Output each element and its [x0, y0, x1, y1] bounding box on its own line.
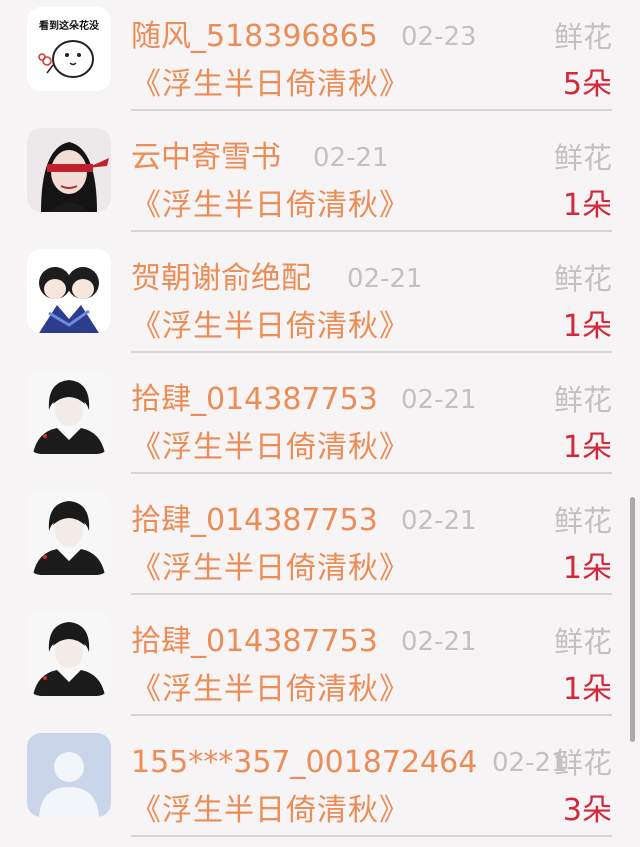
- gift-type: 鲜花: [553, 504, 612, 538]
- book-title[interactable]: 《浮生半日倚清秋》: [131, 187, 410, 225]
- gift-count: 3朵: [562, 793, 612, 828]
- gift-type: 鲜花: [553, 262, 612, 296]
- gift-count: 1朵: [562, 430, 612, 465]
- gift-date: 02-21: [401, 627, 477, 657]
- default-user-avatar-icon[interactable]: [27, 733, 111, 817]
- two-boys-avatar-icon[interactable]: [27, 249, 111, 333]
- gift-count: 1朵: [562, 188, 612, 223]
- gift-type: 鲜花: [553, 141, 612, 175]
- divider: [131, 109, 612, 111]
- gift-count: 1朵: [562, 551, 612, 586]
- user-name[interactable]: 云中寄雪书: [131, 139, 281, 177]
- list-item[interactable]: 155***357_001872464 02-21 鲜花 《浮生半日倚清秋》 3…: [0, 726, 640, 847]
- gift-date: 02-21: [401, 506, 477, 536]
- divider: [131, 593, 612, 595]
- gift-count: 1朵: [562, 672, 612, 707]
- user-name[interactable]: 随风_518396865: [131, 18, 378, 56]
- gift-count: 5朵: [562, 67, 612, 102]
- gift-date: 02-21: [347, 264, 423, 294]
- list-item[interactable]: 贺朝谢俞绝配 02-21 鲜花 《浮生半日倚清秋》 1朵: [0, 242, 640, 363]
- gift-count: 1朵: [562, 309, 612, 344]
- divider: [131, 472, 612, 474]
- book-title[interactable]: 《浮生半日倚清秋》: [131, 792, 410, 830]
- gift-date: 02-23: [401, 22, 477, 52]
- user-name[interactable]: 155***357_001872464: [131, 744, 477, 782]
- book-title[interactable]: 《浮生半日倚清秋》: [131, 308, 410, 346]
- gift-date: 02-21: [313, 143, 389, 173]
- list-item[interactable]: 拾肆_014387753 02-21 鲜花 《浮生半日倚清秋》 1朵: [0, 363, 640, 484]
- divider: [131, 351, 612, 353]
- list-item[interactable]: 云中寄雪书 02-21 鲜花 《浮生半日倚清秋》 1朵: [0, 121, 640, 242]
- user-name[interactable]: 拾肆_014387753: [131, 502, 378, 540]
- list-item[interactable]: 拾肆_014387753 02-21 鲜花 《浮生半日倚清秋》 1朵: [0, 605, 640, 726]
- meme-flower-icon[interactable]: 看到这朵花没: [27, 7, 111, 91]
- gift-type: 鲜花: [553, 746, 612, 780]
- book-title[interactable]: 《浮生半日倚清秋》: [131, 550, 410, 588]
- flower-gift-list: 看到这朵花没 随风_518396865 02-23 鲜花 《浮生半日倚清秋》 5…: [0, 0, 640, 837]
- book-title[interactable]: 《浮生半日倚清秋》: [131, 671, 410, 709]
- avatar-caption: 看到这朵花没: [39, 19, 100, 32]
- list-item[interactable]: 看到这朵花没 随风_518396865 02-23 鲜花 《浮生半日倚清秋》 5…: [0, 0, 640, 121]
- divider: [131, 230, 612, 232]
- gift-date: 02-21: [401, 385, 477, 415]
- boy-suit-avatar-icon[interactable]: [27, 612, 111, 696]
- user-name[interactable]: 拾肆_014387753: [131, 381, 378, 419]
- divider: [131, 714, 612, 716]
- gift-type: 鲜花: [553, 625, 612, 659]
- divider: [131, 835, 612, 837]
- gift-type: 鲜花: [553, 383, 612, 417]
- boy-suit-avatar-icon[interactable]: [27, 370, 111, 454]
- list-item[interactable]: 拾肆_014387753 02-21 鲜花 《浮生半日倚清秋》 1朵: [0, 484, 640, 605]
- boy-suit-avatar-icon[interactable]: [27, 491, 111, 575]
- book-title[interactable]: 《浮生半日倚清秋》: [131, 429, 410, 467]
- user-name[interactable]: 贺朝谢俞绝配: [131, 260, 311, 298]
- scrollbar[interactable]: [630, 497, 635, 742]
- user-name[interactable]: 拾肆_014387753: [131, 623, 378, 661]
- gift-type: 鲜花: [553, 20, 612, 54]
- book-title[interactable]: 《浮生半日倚清秋》: [131, 66, 410, 104]
- girl-blindfold-avatar-icon[interactable]: [27, 128, 111, 212]
